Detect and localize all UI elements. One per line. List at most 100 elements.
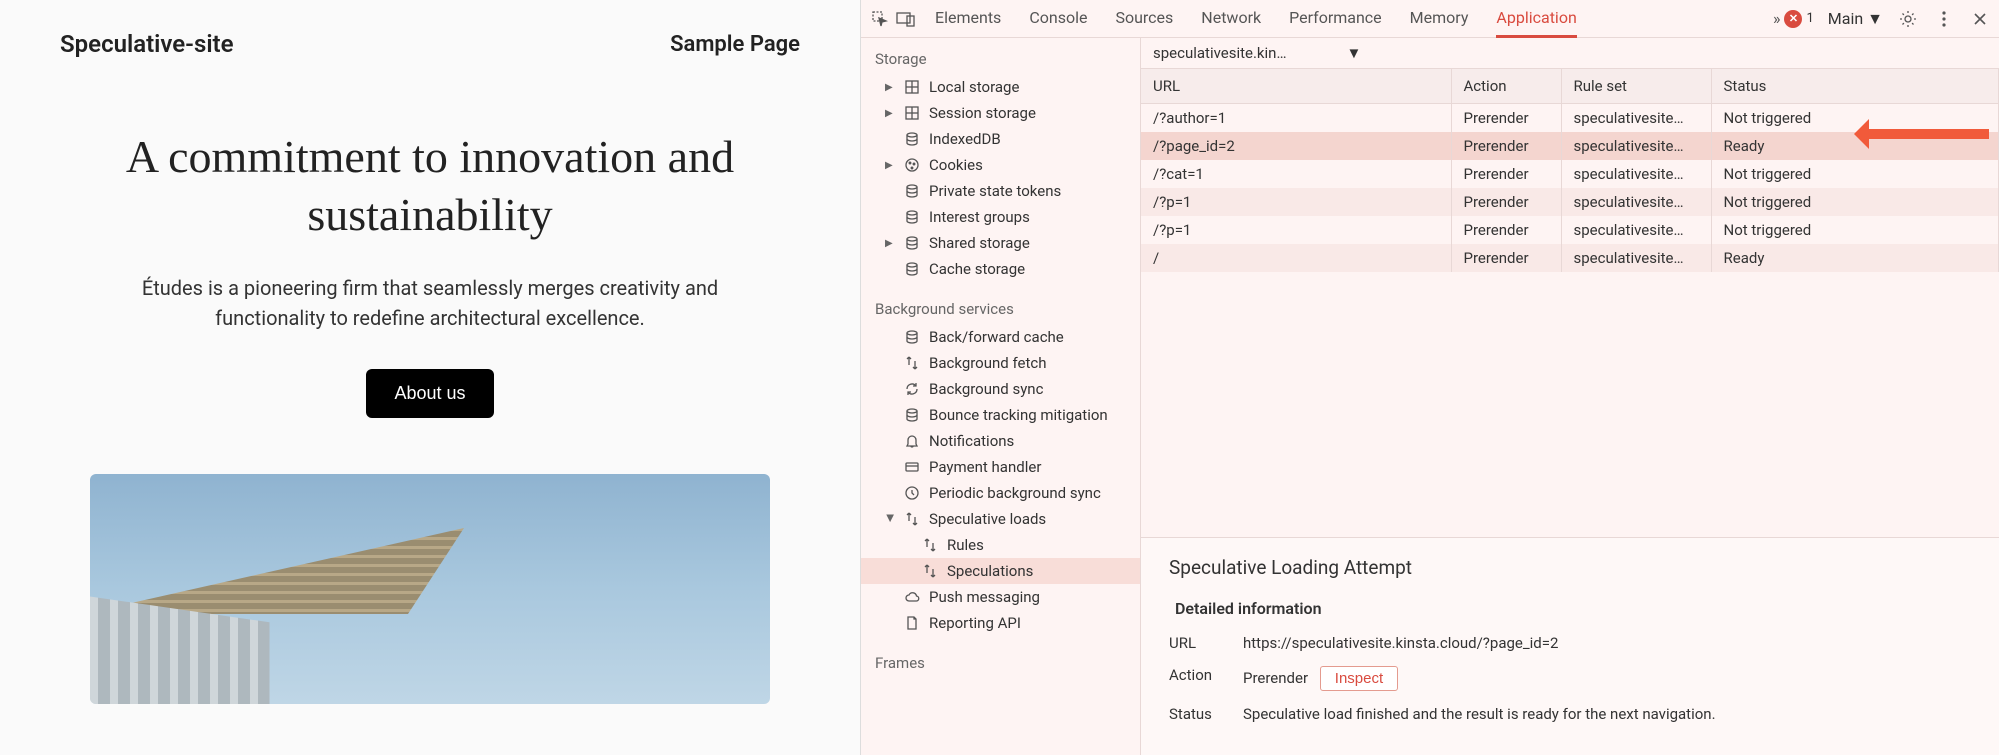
error-icon: ✕ [1784, 10, 1802, 28]
sidebar-item-session-storage[interactable]: ▶Session storage [861, 100, 1140, 126]
devtools-tabbar: Elements Console Sources Network Performance… [861, 0, 1999, 38]
cell-ruleset: speculativesite… [1561, 132, 1711, 160]
sidebar-item-cookies[interactable]: ▶ Cookies [861, 152, 1140, 178]
details-title: Speculative Loading Attempt [1169, 556, 1971, 579]
frame-select[interactable]: Main ▼ [1828, 9, 1883, 29]
website-pane: Speculative-site Sample Page A commitmen… [0, 0, 860, 755]
sidebar-item-label: Local storage [929, 78, 1019, 96]
sidebar-item-speculations[interactable]: Speculations [861, 558, 1140, 584]
ruleset-filter-select[interactable]: speculativesite.kin… ▼ [1153, 44, 1361, 62]
inspect-element-icon[interactable] [869, 8, 891, 30]
tab-console[interactable]: Console [1029, 0, 1087, 38]
sidebar-item-private-state-tokens[interactable]: Private state tokens [861, 178, 1140, 204]
column-header-action[interactable]: Action [1451, 69, 1561, 104]
cell-action: Prerender [1451, 216, 1561, 244]
sidebar-item-back-forward-cache[interactable]: Back/forward cache [861, 324, 1140, 350]
expander-icon: ▶ [885, 160, 895, 171]
sidebar-item-label: Cache storage [929, 260, 1025, 278]
application-sidebar[interactable]: Storage ▶Local storage▶Session storageIn… [861, 38, 1141, 755]
cell-action: Prerender [1451, 244, 1561, 272]
more-tabs-icon[interactable]: » [1773, 1, 1781, 36]
tab-sources[interactable]: Sources [1115, 0, 1173, 38]
sidebar-item-label: Push messaging [929, 588, 1040, 606]
table-row[interactable]: /?p=1Prerenderspeculativesite…Not trigge… [1141, 216, 1999, 244]
card-icon [903, 458, 921, 476]
sidebar-item-background-sync[interactable]: Background sync [861, 376, 1140, 402]
kebab-menu-icon[interactable] [1933, 8, 1955, 30]
sidebar-item-speculative-loads[interactable]: ▶Speculative loads [861, 506, 1140, 532]
sidebar-heading-storage: Storage [861, 44, 1140, 74]
sidebar-item-reporting-api[interactable]: Reporting API [861, 610, 1140, 636]
sidebar-item-indexeddb[interactable]: IndexedDB [861, 126, 1140, 152]
sidebar-item-label: IndexedDB [929, 130, 1001, 148]
sidebar-item-label: Cookies [929, 156, 983, 174]
db-icon [903, 328, 921, 346]
inspect-button[interactable]: Inspect [1320, 666, 1398, 691]
sidebar-item-label: Session storage [929, 104, 1036, 122]
sidebar-item-label: Bounce tracking mitigation [929, 406, 1108, 424]
site-title[interactable]: Speculative-site [60, 30, 234, 58]
db-icon [903, 208, 921, 226]
cell-ruleset: speculativesite… [1561, 104, 1711, 133]
cloud-icon [903, 588, 921, 606]
arrows-icon [921, 562, 939, 580]
sidebar-item-label: Interest groups [929, 208, 1030, 226]
sidebar-item-rules[interactable]: Rules [861, 532, 1140, 558]
cell-url: /?cat=1 [1141, 160, 1451, 188]
details-section-heading: Detailed information [1175, 599, 1971, 618]
sidebar-item-local-storage[interactable]: ▶Local storage [861, 74, 1140, 100]
sidebar-item-label: Notifications [929, 432, 1014, 450]
grid-icon [903, 104, 921, 122]
tab-network[interactable]: Network [1201, 0, 1261, 38]
cell-status: Not triggered [1711, 216, 1999, 244]
sidebar-item-interest-groups[interactable]: Interest groups [861, 204, 1140, 230]
table-row[interactable]: /?author=1Prerenderspeculativesite…Not t… [1141, 104, 1999, 133]
sidebar-item-notifications[interactable]: Notifications [861, 428, 1140, 454]
hero-image [90, 474, 770, 704]
sidebar-item-payment-handler[interactable]: Payment handler [861, 454, 1140, 480]
table-row[interactable]: /?cat=1Prerenderspeculativesite…Not trig… [1141, 160, 1999, 188]
table-row[interactable]: /?p=1Prerenderspeculativesite…Not trigge… [1141, 188, 1999, 216]
tab-elements[interactable]: Elements [935, 0, 1001, 38]
sidebar-item-push-messaging[interactable]: Push messaging [861, 584, 1140, 610]
column-header-rule-set[interactable]: Rule set [1561, 69, 1711, 104]
sidebar-item-bounce-tracking-mitigation[interactable]: Bounce tracking mitigation [861, 402, 1140, 428]
device-toolbar-icon[interactable] [895, 8, 917, 30]
detail-value-url: https://speculativesite.kinsta.cloud/?pa… [1243, 634, 1971, 652]
column-header-url[interactable]: URL [1141, 69, 1451, 104]
annotation-arrow [1859, 129, 1989, 139]
arrows-icon [903, 354, 921, 372]
detail-label-status: Status [1169, 705, 1225, 723]
column-header-status[interactable]: Status [1711, 69, 1999, 104]
sidebar-item-background-fetch[interactable]: Background fetch [861, 350, 1140, 376]
error-badge[interactable]: ✕ 1 [1784, 10, 1813, 28]
tab-memory[interactable]: Memory [1410, 0, 1469, 38]
about-us-button[interactable]: About us [366, 369, 493, 418]
cell-url: /?p=1 [1141, 188, 1451, 216]
cell-status: Not triggered [1711, 188, 1999, 216]
hero-heading: A commitment to innovation and sustainab… [90, 128, 770, 243]
tab-application[interactable]: Application [1496, 0, 1576, 38]
table-row[interactable]: /Prerenderspeculativesite…Ready [1141, 244, 1999, 272]
detail-label-url: URL [1169, 634, 1225, 652]
arrows-icon [921, 536, 939, 554]
tab-performance[interactable]: Performance [1289, 0, 1382, 38]
sidebar-item-label: Back/forward cache [929, 328, 1064, 346]
chevron-down-icon: ▼ [1347, 44, 1362, 62]
sidebar-item-label: Reporting API [929, 614, 1021, 632]
close-icon[interactable] [1969, 8, 1991, 30]
speculations-table: URLActionRule setStatus /?author=1Preren… [1141, 69, 1999, 272]
expander-icon: ▶ [885, 238, 895, 249]
sidebar-item-label: Periodic background sync [929, 484, 1101, 502]
devtools-pane: Elements Console Sources Network Performance… [860, 0, 1999, 755]
sidebar-item-periodic-background-sync[interactable]: Periodic background sync [861, 480, 1140, 506]
settings-icon[interactable] [1897, 8, 1919, 30]
sidebar-item-shared-storage[interactable]: ▶Shared storage [861, 230, 1140, 256]
sidebar-item-cache-storage[interactable]: Cache storage [861, 256, 1140, 282]
db-icon [903, 260, 921, 278]
details-pane: Speculative Loading Attempt Detailed inf… [1141, 537, 1999, 755]
sidebar-item-label: Background sync [929, 380, 1043, 398]
nav-link-sample-page[interactable]: Sample Page [670, 32, 800, 57]
cell-url: /?page_id=2 [1141, 132, 1451, 160]
db-icon [903, 406, 921, 424]
